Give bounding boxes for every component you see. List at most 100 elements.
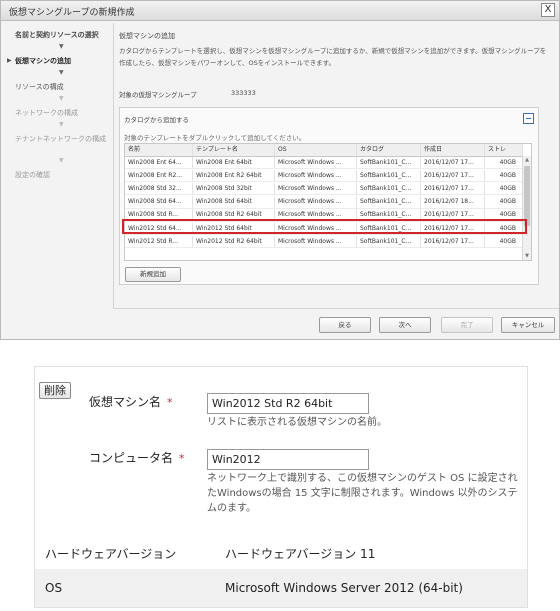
vm-name-label: 仮想マシン名 * (89, 393, 173, 410)
table-cell: Win2008 Std 64bit (193, 196, 275, 208)
required-mark: * (167, 396, 173, 409)
table-cell: 2016/12/07 17... (421, 235, 485, 248)
table-cell: Win2012 Std R... (125, 235, 193, 248)
wizard-steps: 名前と契約リソースの選択 ▼ ▶ 仮想マシンの追加 ▼ リソースの構成 ▼ ネッ… (1, 23, 113, 305)
table-row[interactable]: Win2008 Ent R2... Win2008 Ent R2 64bit Mic… (125, 169, 523, 183)
table-cell: Win2008 Std 64... (125, 196, 193, 208)
table-row[interactable]: Win2008 Ent 64... Win2008 Ent 64bit Micros… (125, 156, 523, 169)
os-value: Microsoft Windows Server 2012 (64-bit) (225, 581, 463, 595)
column-header[interactable]: 作成日 (421, 144, 485, 156)
table-cell: 40GB (485, 156, 523, 168)
table-cell: SoftBank101_C... (357, 196, 421, 208)
vm-name-field[interactable]: Win2012 Std R2 64bit (207, 393, 369, 414)
os-label: OS (45, 581, 63, 595)
table-row[interactable]: Win2008 Std R... Win2008 Std R2 64bit Micr… (125, 209, 523, 222)
table-cell: SoftBank101_C... (357, 222, 421, 234)
hw-version-value: ハードウェアバージョン 11 (225, 547, 376, 561)
hw-version-row: ハードウェアバージョン ハードウェアバージョン 11 (35, 533, 527, 571)
close-icon[interactable]: X (541, 3, 555, 17)
table-cell: Win2008 Std 32bit (193, 182, 275, 195)
table-cell: Microsoft Windows ... (275, 209, 357, 221)
table-cell: SoftBank101_C... (357, 209, 421, 221)
table-cell: 2016/12/07 17... (421, 156, 485, 168)
table-cell: SoftBank101_C... (357, 182, 421, 195)
table-cell: 2016/12/07 17... (421, 209, 485, 221)
table-cell: SoftBank101_C... (357, 156, 421, 168)
table-scrollbar[interactable]: ▲ ▼ (522, 156, 531, 260)
table-cell: 40GB (485, 169, 523, 182)
finish-button: 完了 (441, 317, 493, 333)
computer-name-field[interactable]: Win2012 (207, 449, 369, 470)
back-button[interactable]: 戻る (319, 317, 371, 333)
table-cell: 40GB (485, 209, 523, 221)
table-cell: Win2008 Ent R2 64bit (193, 169, 275, 182)
table-cell: Win2008 Ent 64bit (193, 156, 275, 168)
scroll-up-icon[interactable]: ▲ (523, 156, 531, 164)
table-cell: 2016/12/07 17... (421, 222, 485, 234)
new-add-button[interactable]: 新規追加 (125, 267, 181, 282)
table-cell: 40GB (485, 222, 523, 234)
table-cell: Microsoft Windows ... (275, 196, 357, 208)
hw-version-label: ハードウェアバージョン (45, 547, 177, 561)
column-header[interactable]: 名前 (125, 144, 193, 156)
section-heading: 仮想マシンの追加 (119, 32, 175, 40)
step-confirm: 設定の確認 (15, 171, 50, 179)
table-row[interactable]: Win2008 Std 32... Win2008 Std 32bit Micros… (125, 182, 523, 196)
section-description: カタログからテンプレートを選択し、仮想マシンを仮想マシングループに追加するか、新… (119, 47, 547, 67)
table-cell: Microsoft Windows ... (275, 169, 357, 182)
table-cell: SoftBank101_C... (357, 235, 421, 248)
footer-divider (113, 308, 559, 309)
os-row: OS Microsoft Windows Server 2012 (64-bit… (35, 569, 527, 607)
table-cell: Win2008 Ent R2... (125, 169, 193, 182)
table-row[interactable]: Win2012 Std R... Win2012 Std R2 64bit Micr… (125, 235, 523, 249)
step-add-vm[interactable]: 仮想マシンの追加 (15, 57, 111, 66)
catalog-table: 名前 テンプレート名 OS カタログ 作成日 ストレ Win2008 Ent 6… (124, 143, 532, 261)
vm-detail-panel: 削除 仮想マシン名 * Win2012 Std R2 64bit リストに表示され… (34, 366, 528, 608)
table-cell: 40GB (485, 182, 523, 195)
next-button[interactable]: 次へ (379, 317, 431, 333)
delete-button[interactable]: 削除 (39, 382, 71, 399)
table-cell: Win2012 Std 64bit (193, 222, 275, 234)
step-resource-config[interactable]: リソースの構成 (15, 83, 111, 92)
table-row[interactable]: Win2012 Std 64... Win2012 Std 64bit Micros… (125, 222, 523, 235)
table-cell: 2016/12/07 17... (421, 182, 485, 195)
step-name-contract[interactable]: 名前と契約リソースの選択 (15, 31, 111, 40)
table-cell: SoftBank101_C... (357, 169, 421, 182)
step-arrow-icon: ▼ (59, 95, 64, 102)
table-cell: 2016/12/07 17... (421, 169, 485, 182)
dialog-titlebar: 仮想マシングループの新規作成 X (1, 1, 559, 21)
target-group-value: 333333 (231, 89, 256, 97)
scroll-down-icon[interactable]: ▼ (523, 252, 531, 260)
create-vm-group-dialog: 仮想マシングループの新規作成 X 名前と契約リソースの選択 ▼ ▶ 仮想マシンの… (0, 0, 560, 340)
column-header[interactable]: ストレ (485, 144, 523, 156)
collapse-icon[interactable] (523, 113, 534, 124)
table-cell: Win2008 Std 32... (125, 182, 193, 195)
table-cell: Win2008 Std R2 64bit (193, 209, 275, 221)
table-cell: Microsoft Windows ... (275, 156, 357, 168)
step-arrow-icon: ▼ (59, 43, 64, 50)
scrollbar-thumb[interactable] (524, 166, 530, 226)
catalog-legend: カタログから追加する (124, 116, 189, 124)
computer-name-help: ネットワーク上で識別する、この仮想マシンのゲスト OS に設定されたWindow… (207, 473, 518, 514)
required-mark: * (179, 452, 185, 465)
cancel-button[interactable]: キャンセル (501, 317, 555, 333)
catalog-panel: カタログから追加する 対象のテンプレートをダブルクリックして追加してください。 … (119, 107, 539, 285)
divider (113, 23, 114, 308)
table-cell: Win2008 Ent 64... (125, 156, 193, 168)
table-header: 名前 テンプレート名 OS カタログ 作成日 ストレ (125, 144, 523, 157)
table-cell: Microsoft Windows ... (275, 235, 357, 248)
vm-name-help: リストに表示される仮想マシンの名前。 (207, 417, 387, 428)
table-cell: 40GB (485, 196, 523, 208)
dialog-title: 仮想マシングループの新規作成 (9, 8, 135, 18)
catalog-hint: 対象のテンプレートをダブルクリックして追加してください。 (124, 134, 306, 142)
column-header[interactable]: OS (275, 144, 357, 156)
table-row[interactable]: Win2008 Std 64... Win2008 Std 64bit Micros… (125, 196, 523, 209)
target-group-label: 対象の仮想マシングループ (119, 91, 197, 99)
table-cell: Win2012 Std 64... (125, 222, 193, 234)
table-cell: Microsoft Windows ... (275, 182, 357, 195)
column-header[interactable]: カタログ (357, 144, 421, 156)
computer-name-label: コンピュータ名 * (89, 449, 185, 466)
column-header[interactable]: テンプレート名 (193, 144, 275, 156)
table-cell: 2016/12/07 18... (421, 196, 485, 208)
current-step-marker-icon: ▶ (7, 57, 12, 64)
